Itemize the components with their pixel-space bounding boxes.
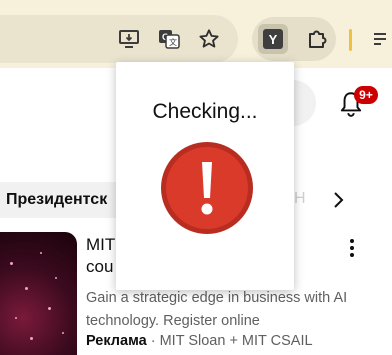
svg-text:文: 文 (169, 37, 177, 47)
ad-advertiser: MIT Sloan + MIT CSAIL (159, 333, 313, 349)
ad-thumbnail[interactable] (0, 232, 77, 355)
ad-label: Реклама (86, 333, 147, 349)
more-options-icon[interactable] (342, 236, 362, 260)
ad-title-line2[interactable]: cou (86, 257, 113, 277)
chip-active[interactable]: Президентск (0, 182, 125, 218)
ad-meta: Реклама · MIT Sloan + MIT CSAIL (86, 333, 313, 349)
install-app-icon[interactable] (116, 25, 144, 53)
ad-description: Gain a strategic edge in business with A… (86, 290, 348, 329)
translate-icon[interactable]: G 文 (155, 25, 183, 53)
extension-y-icon: Y (263, 29, 283, 49)
extension-popup: Checking... (116, 62, 294, 290)
toolbar-divider (349, 29, 352, 51)
alert-exclamation-icon (159, 140, 255, 236)
puzzle-extensions-icon[interactable] (303, 25, 331, 53)
bookmark-star-icon[interactable] (195, 25, 223, 53)
ad-separator: · (150, 333, 156, 349)
browser-toolbar: G 文 Y (0, 0, 392, 68)
reading-list-icon[interactable] (368, 25, 392, 53)
chip-next-partial[interactable]: Н (294, 190, 306, 208)
notifications-badge: 9+ (354, 86, 378, 104)
popup-status-text: Checking... (152, 100, 258, 123)
chevron-right-icon[interactable] (326, 188, 350, 212)
extension-y-button[interactable]: Y (258, 24, 288, 54)
